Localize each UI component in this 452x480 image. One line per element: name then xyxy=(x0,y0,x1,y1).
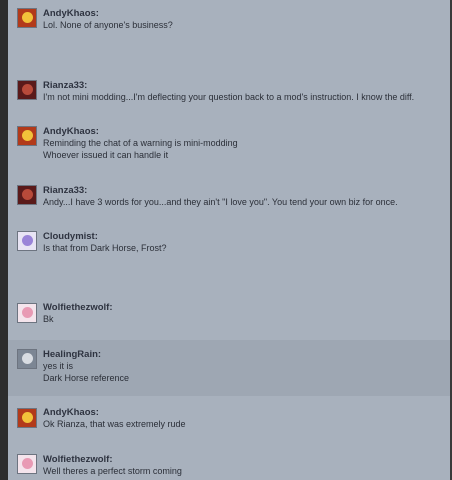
message-text: Well theres a perfect storm coming xyxy=(43,466,182,476)
message-text: Reminding the chat of a warning is mini-… xyxy=(43,138,238,148)
chat-message: Wolfiethezwolf: Bk xyxy=(8,298,450,340)
username[interactable]: Wolfiethezwolf: xyxy=(43,454,112,465)
message-text: yes it is xyxy=(43,361,74,371)
chat-message: AndyKhaos: Lol. None of anyone's busines… xyxy=(8,0,450,72)
chat-message-highlighted: HealingRain: yes it is Dark Horse refere… xyxy=(8,340,450,396)
message-text: Dark Horse reference xyxy=(43,373,130,383)
username[interactable]: AndyKhaos: xyxy=(43,8,99,19)
chat-message: Cloudymist: Is that from Dark Horse, Fro… xyxy=(8,226,450,298)
username[interactable]: AndyKhaos: xyxy=(43,126,99,137)
username[interactable]: Wolfiethezwolf: xyxy=(43,302,112,313)
chat-log: AndyKhaos: Lol. None of anyone's busines… xyxy=(8,0,450,480)
message-text: I'm not mini modding...I'm deflecting yo… xyxy=(43,92,415,102)
message-text: Bk xyxy=(43,314,54,324)
user-avatar-icon[interactable] xyxy=(17,231,37,251)
user-avatar-icon[interactable] xyxy=(17,303,37,323)
user-avatar-icon[interactable] xyxy=(17,185,37,205)
username[interactable]: Rianza33: xyxy=(43,185,87,196)
left-dark-bar xyxy=(0,0,8,480)
chat-message: Rianza33: Andy...I have 3 words for you.… xyxy=(8,180,450,226)
user-avatar-icon[interactable] xyxy=(17,454,37,474)
chat-message: Wolfiethezwolf: Well theres a perfect st… xyxy=(8,444,450,480)
user-avatar-icon[interactable] xyxy=(17,8,37,28)
username[interactable]: AndyKhaos: xyxy=(43,407,99,418)
message-text: Lol. None of anyone's business? xyxy=(43,20,173,30)
chat-message: AndyKhaos: Ok Rianza, that was extremely… xyxy=(8,396,450,444)
chat-message: Rianza33: I'm not mini modding...I'm def… xyxy=(8,72,450,120)
message-text: Ok Rianza, that was extremely rude xyxy=(43,419,186,429)
message-text: Whoever issued it can handle it xyxy=(43,150,169,160)
username[interactable]: Cloudymist: xyxy=(43,231,98,242)
chat-message: AndyKhaos: Reminding the chat of a warni… xyxy=(8,120,450,180)
message-text: Andy...I have 3 words for you...and they… xyxy=(43,197,398,207)
user-avatar-icon[interactable] xyxy=(17,126,37,146)
username[interactable]: Rianza33: xyxy=(43,80,87,91)
user-avatar-icon[interactable] xyxy=(17,349,37,369)
message-text: Is that from Dark Horse, Frost? xyxy=(43,243,167,253)
user-avatar-icon[interactable] xyxy=(17,408,37,428)
user-avatar-icon[interactable] xyxy=(17,80,37,100)
username[interactable]: HealingRain: xyxy=(43,349,101,360)
